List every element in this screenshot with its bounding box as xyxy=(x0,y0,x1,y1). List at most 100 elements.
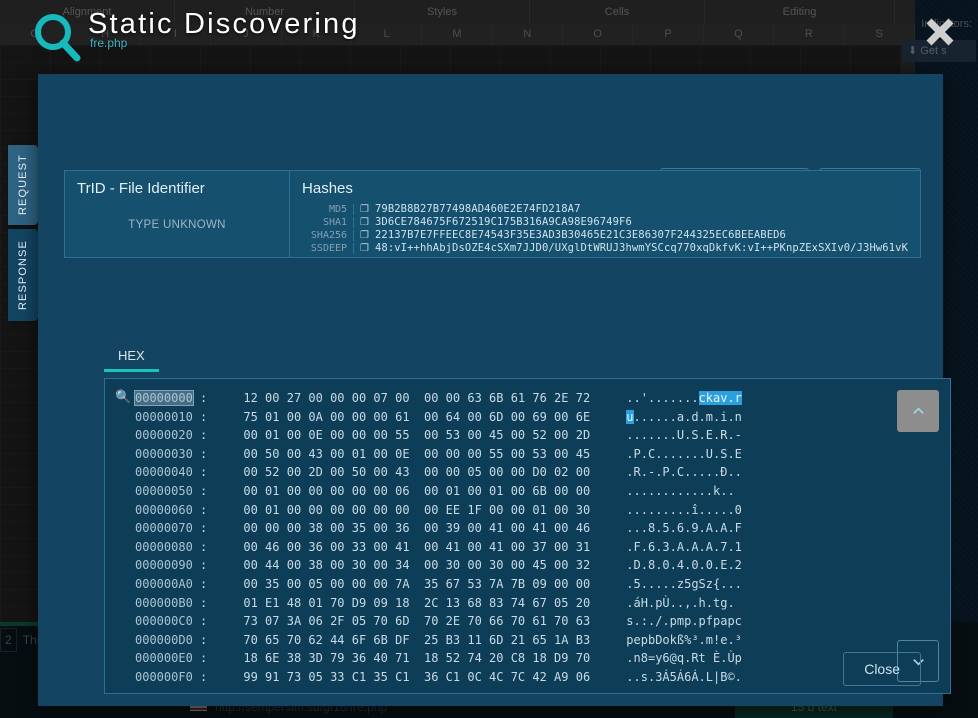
hex-bytes-group-2: 00 00 00 55 00 53 00 45 xyxy=(424,447,590,461)
hex-bytes-group-2: 00 EE 1F 00 00 01 00 30 xyxy=(424,503,590,517)
chevron-up-icon xyxy=(911,404,926,419)
hex-bytes-group-1: 75 01 00 0A 00 00 00 61 xyxy=(243,410,424,424)
hex-ascii-gap xyxy=(590,558,626,572)
hex-offset: 00000080 xyxy=(135,540,193,554)
copy-icon[interactable]: ❐ xyxy=(360,243,369,254)
hex-offset: 00000020 xyxy=(135,428,193,442)
hex-ascii: .R.-.P.C.....Ð.. xyxy=(626,465,742,479)
hex-bytes-group-1: 01 E1 48 01 70 D9 09 18 xyxy=(243,596,424,610)
hex-ascii-gap xyxy=(590,428,626,442)
hex-ascii: .......U.S.E.R.- xyxy=(626,428,742,442)
hex-bytes-group-1: 12 00 27 00 00 00 07 00 xyxy=(243,391,424,405)
hex-offset: 00000040 xyxy=(135,465,193,479)
tab-request[interactable]: REQUEST xyxy=(8,145,38,225)
hash-value-sha256: 22137B7E7FFEEC8E74543F35E3AD3B30465E21C3… xyxy=(375,229,786,241)
hex-offset-separator: : xyxy=(193,614,244,628)
hex-offset-separator: : xyxy=(193,465,244,479)
hex-ascii: ..'....... xyxy=(626,391,698,405)
hex-line: 00000070 : 00 00 00 38 00 35 00 36 00 39… xyxy=(135,519,915,538)
hex-ascii-gap xyxy=(590,484,626,498)
hex-ascii-gap xyxy=(590,577,626,591)
hex-ascii: s.:./.pmp.pfpapc xyxy=(626,614,742,628)
hex-ascii-gap xyxy=(590,540,626,554)
hex-bytes-group-2: 00 39 00 41 00 41 00 46 xyxy=(424,521,590,535)
hex-ascii-gap xyxy=(590,521,626,535)
trid-title: TrID - File Identifier xyxy=(77,180,277,197)
hex-bytes-group-1: 00 35 00 05 00 00 00 7A xyxy=(243,577,424,591)
tab-response[interactable]: RESPONSE xyxy=(8,229,38,321)
hex-line: 00000030 : 00 50 00 43 00 01 00 0E 00 00… xyxy=(135,445,915,464)
hex-offset: 000000A0 xyxy=(135,577,193,591)
hex-bytes-group-2: 00 30 00 30 00 45 00 32 xyxy=(424,558,590,572)
hex-offset-separator: : xyxy=(193,558,244,572)
hex-ascii-gap xyxy=(590,447,626,461)
page-title: Static Discovering xyxy=(88,8,360,41)
hex-line: 00000000 : 12 00 27 00 00 00 07 00 00 00… xyxy=(135,389,915,408)
hex-line: 00000090 : 00 44 00 38 00 30 00 34 00 30… xyxy=(135,556,915,575)
page-subtitle: fre.php xyxy=(90,36,127,50)
hex-offset-separator: : xyxy=(193,521,244,535)
hex-bytes-group-1: 00 00 00 38 00 35 00 36 xyxy=(243,521,424,535)
close-icon[interactable] xyxy=(922,14,958,50)
hex-scroll-up-button[interactable] xyxy=(897,390,939,432)
hex-bytes-group-1: 00 01 00 0E 00 00 00 55 xyxy=(243,428,424,442)
static-discovering-header: Static Discovering fre.php xyxy=(0,0,978,78)
hex-ascii: .P.C.......U.S.E xyxy=(626,447,742,461)
hex-ascii: .D.8.0.4.0.0.E.2 xyxy=(626,558,742,572)
trid-result: TYPE UNKNOWN xyxy=(77,203,277,231)
hex-ascii-tail: ......a.d.m.i.n xyxy=(634,410,742,424)
hex-line: 00000040 : 00 52 00 2D 00 50 00 43 00 00… xyxy=(135,463,915,482)
search-magnifier-icon xyxy=(32,12,84,64)
hash-label-sha256: SHA256 xyxy=(302,230,354,241)
side-tabs: REQUEST RESPONSE xyxy=(8,145,38,325)
hex-bytes-group-1: 00 50 00 43 00 01 00 0E xyxy=(243,447,424,461)
hex-offset: 00000010 xyxy=(135,410,193,424)
hex-bytes-group-2: 35 67 53 7A 7B 09 00 00 xyxy=(424,577,590,591)
hex-ascii-selected: ckav.r xyxy=(699,391,742,405)
screen: AlignmentNumberStylesCellsEditing GHIJKL… xyxy=(0,0,978,718)
info-panels: TrID - File Identifier TYPE UNKNOWN Hash… xyxy=(64,170,921,258)
hex-bytes-group-2: 00 01 00 01 00 6B 00 00 xyxy=(424,484,590,498)
hash-rows: MD5❐79B2B8B27B77498AD460E2E74FD218A7SHA1… xyxy=(302,203,908,254)
hex-line: 000000C0 : 73 07 3A 06 2F 05 70 6D 70 2E… xyxy=(135,612,915,631)
copy-icon[interactable]: ❐ xyxy=(360,230,369,241)
hex-offset: 00000060 xyxy=(135,503,193,517)
hash-label-md5: MD5 xyxy=(302,204,354,215)
hex-bytes-group-1: 73 07 3A 06 2F 05 70 6D xyxy=(243,614,424,628)
hex-offset-separator: : xyxy=(193,391,244,405)
hex-ascii-gap xyxy=(590,410,626,424)
modal-footer: Close xyxy=(38,640,943,706)
hash-row-ssdeep: SSDEEP❐48:vI++hhAbjDsOZE4cSXm7JJD0/UXglD… xyxy=(302,242,908,254)
hex-bytes-group-2: 00 00 05 00 00 D0 02 00 xyxy=(424,465,590,479)
hex-bytes-group-2: 00 53 00 45 00 52 00 2D xyxy=(424,428,590,442)
hex-ascii-gap xyxy=(590,503,626,517)
hex-ascii: .áH.pÙ..,.h.tg. xyxy=(626,596,734,610)
hex-line: 00000020 : 00 01 00 0E 00 00 00 55 00 53… xyxy=(135,426,915,445)
tab-hex[interactable]: HEX xyxy=(104,344,159,372)
hex-bytes-group-2: 2C 13 68 83 74 67 05 20 xyxy=(424,596,590,610)
hex-offset-separator: : xyxy=(193,428,244,442)
hex-offset-separator: : xyxy=(193,447,244,461)
hash-row-sha256: SHA256 ❐ 22137B7E7FFEEC8E74543F35E3AD3B304… xyxy=(302,229,908,241)
hex-offset-separator: : xyxy=(193,540,244,554)
hex-bytes-group-2: 00 00 63 6B 61 76 2E 72 xyxy=(424,391,590,405)
copy-icon[interactable]: ❐ xyxy=(360,204,369,215)
hash-value-ssdeep: 48:vI++hhAbjDsOZE4cSXm7JJD0/UXglDtWRUJ3h… xyxy=(375,242,908,254)
hex-ascii: ...8.5.6.9.A.A.F xyxy=(626,521,742,535)
hex-ascii-selected: u xyxy=(626,410,633,424)
hex-bytes-group-1: 00 01 00 00 00 00 00 00 xyxy=(243,503,424,517)
hex-ascii: ............k.. xyxy=(626,484,734,498)
content-tabs: HEX xyxy=(104,344,159,372)
hex-offset-separator: : xyxy=(193,410,244,424)
hex-bytes-group-1: 00 44 00 38 00 30 00 34 xyxy=(243,558,424,572)
hex-offset: 00000000 xyxy=(135,391,193,405)
hex-offset-separator: : xyxy=(193,503,244,517)
hex-bytes-group-2: 00 64 00 6D 00 69 00 6E xyxy=(424,410,590,424)
close-button[interactable]: Close xyxy=(843,652,921,686)
copy-icon[interactable]: ❐ xyxy=(360,217,369,228)
hex-ascii-gap xyxy=(590,614,626,628)
hex-offset: 00000090 xyxy=(135,558,193,572)
hex-bytes-group-1: 00 52 00 2D 00 50 00 43 xyxy=(243,465,424,479)
hex-bytes-group-1: 00 46 00 36 00 33 00 41 xyxy=(243,540,424,554)
hash-label-sha1: SHA1 xyxy=(302,217,354,228)
